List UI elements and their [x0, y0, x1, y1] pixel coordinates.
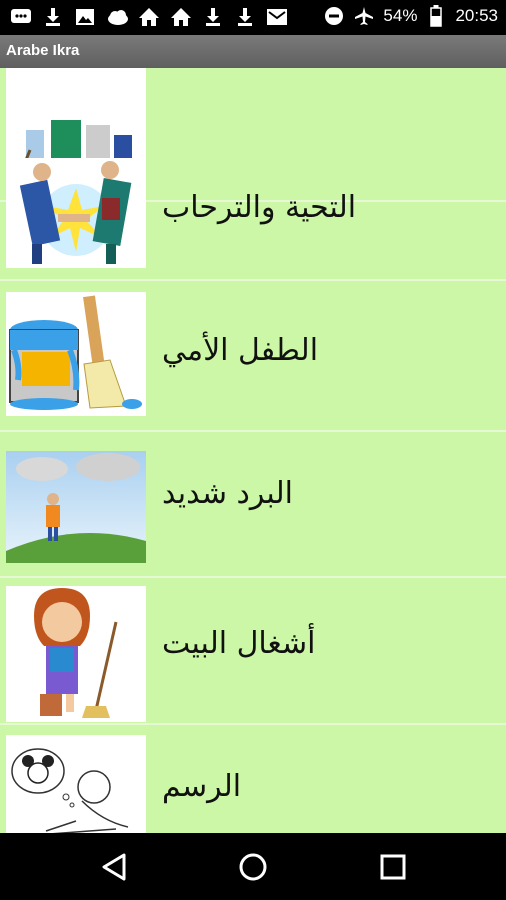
- notification-icons: [10, 6, 288, 28]
- mail-icon: [266, 6, 288, 28]
- battery-percent: 54%: [383, 6, 418, 25]
- home-icon: [138, 6, 160, 28]
- cold-weather-image: [6, 451, 146, 563]
- home-icon: [170, 6, 192, 28]
- system-icons: 54% 20:53: [323, 5, 498, 27]
- lesson-list[interactable]: التحية والترحاب الطفل الأمي البرد شديد أ…: [0, 68, 506, 833]
- list-item[interactable]: الرسم: [0, 725, 506, 833]
- navigation-bar: [0, 833, 506, 900]
- list-item-label: الطفل الأمي: [162, 333, 319, 368]
- battery-icon: [425, 5, 447, 27]
- image-icon: [74, 6, 96, 28]
- list-item-label: البرد شديد: [162, 476, 293, 511]
- paint-bucket-image: [6, 292, 146, 416]
- home-button[interactable]: [231, 845, 275, 889]
- app-title: Arabe Ikra: [6, 42, 80, 59]
- download-icon: [42, 6, 64, 28]
- home-icon: [239, 853, 267, 881]
- chat-icon: [10, 6, 32, 28]
- back-icon: [102, 853, 126, 881]
- list-item[interactable]: الطفل الأمي: [0, 281, 506, 432]
- list-item[interactable]: البرد شديد: [0, 431, 506, 578]
- clock: 20:53: [455, 6, 498, 25]
- status-bar: 54% 20:53: [0, 0, 506, 35]
- recents-icon: [380, 854, 406, 880]
- list-item[interactable]: أشغال البيت: [0, 578, 506, 725]
- list-item-label: الرسم: [162, 769, 242, 804]
- do-not-disturb-icon: [323, 5, 345, 27]
- airplane-icon: [353, 5, 375, 27]
- recents-button[interactable]: [371, 845, 415, 889]
- girl-broom-image: [6, 586, 146, 722]
- list-item-label: التحية والترحاب: [162, 190, 357, 225]
- drawing-boy-image: [6, 735, 146, 833]
- handshake-image: [6, 158, 146, 268]
- cloud-icon: [106, 6, 128, 28]
- download-icon: [202, 6, 224, 28]
- back-button[interactable]: [92, 845, 136, 889]
- list-item-label: أشغال البيت: [162, 626, 316, 661]
- app-title-bar: Arabe Ikra: [0, 35, 506, 68]
- download-icon: [234, 6, 256, 28]
- list-item[interactable]: التحية والترحاب: [0, 145, 506, 281]
